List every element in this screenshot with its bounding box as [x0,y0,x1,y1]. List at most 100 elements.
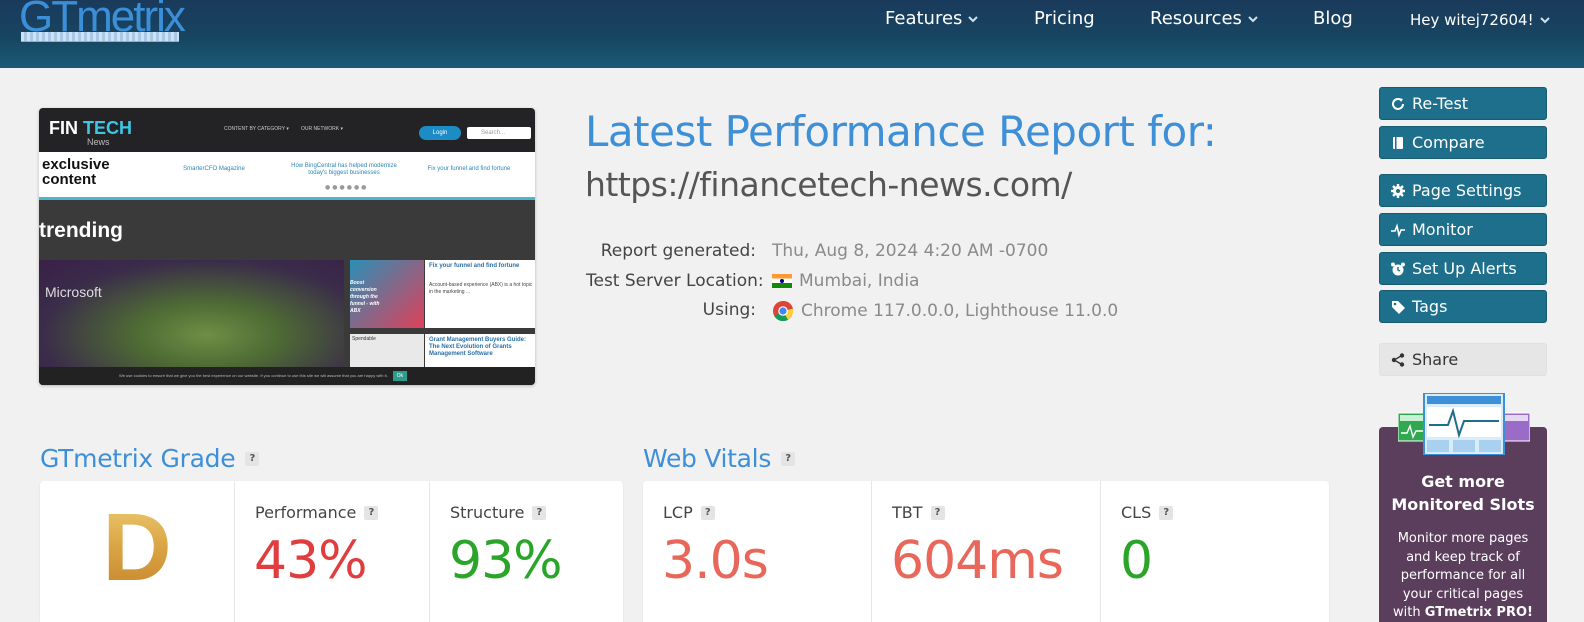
gear-icon [1390,183,1406,199]
cls-cell: CLS ? 0 [1101,481,1329,622]
preview-brand: FIN TECH [49,118,132,139]
page-settings-label: Page Settings [1412,181,1522,200]
help-icon[interactable]: ? [700,505,715,520]
tags-label: Tags [1412,297,1448,316]
nav-pricing-label: Pricing [1034,8,1095,29]
preview-brand-fin: FIN [49,118,78,138]
preview-exclusive-line1: exclusive [42,156,110,173]
preview-site-header: FIN TECH News CONTENT BY CATEGORY ▾ OUR … [39,108,535,152]
help-icon[interactable]: ? [1159,505,1174,520]
gtmetrix-grade-panel: D Performance ? 43% Structure ? 93% [40,481,623,622]
share-icon [1390,352,1406,368]
compare-button[interactable]: Compare [1379,126,1547,159]
test-location-label: Test Server Location: [586,271,764,291]
page-settings-button[interactable]: Page Settings [1379,174,1547,207]
preview-link-strip: exclusive content SmarterCFO Magazine Ho… [39,152,535,200]
preview-card1: Fix your funnel and find fortune Account… [425,260,535,328]
preview-card2-image-text: Spendable [352,336,376,342]
nav-pricing[interactable]: Pricing [1034,8,1095,29]
tbt-cell: TBT ? 604ms [872,481,1101,622]
promo-pro-link[interactable]: GTmetrix PRO! [1425,605,1533,620]
structure-label-row: Structure ? [450,503,547,522]
monitor-label: Monitor [1412,220,1473,239]
help-icon[interactable]: ? [532,505,547,520]
test-location-text: Mumbai, India [799,271,920,291]
chevron-down-icon [1247,13,1259,25]
pulse-icon [1390,222,1406,238]
performance-label-row: Performance ? [255,503,379,522]
preview-search-field: Search... [467,127,531,139]
gtmetrix-grade-heading: GTmetrix Grade ? [40,444,260,473]
help-icon[interactable]: ? [245,451,260,466]
preview-card1-text: Account-based experience (ABX) is a hot … [429,282,533,295]
lcp-value: 3.0s [662,531,769,591]
nav-features-label: Features [885,8,963,29]
nav-blog[interactable]: Blog [1313,8,1353,29]
monitor-button[interactable]: Monitor [1379,213,1547,246]
lcp-label: LCP [663,503,693,522]
preview-link-3: Fix your funnel and find fortune [427,166,511,172]
help-icon[interactable]: ? [364,505,379,520]
preview-microsoft-label: Microsoft [45,284,102,300]
share-label: Share [1412,350,1459,369]
retest-button[interactable]: Re-Test [1379,87,1547,120]
help-icon[interactable]: ? [781,451,796,466]
page-screenshot-preview[interactable]: FIN TECH News CONTENT BY CATEGORY ▾ OUR … [39,108,535,385]
set-up-alerts-button[interactable]: Set Up Alerts [1379,252,1547,285]
preview-brand-tech: TECH [83,118,133,138]
preview-menu-category: CONTENT BY CATEGORY ▾ [224,126,289,132]
performance-label: Performance [255,503,357,522]
help-icon[interactable]: ? [930,505,945,520]
performance-value: 43% [254,531,368,591]
share-button[interactable]: Share [1379,343,1547,376]
retest-label: Re-Test [1412,94,1469,113]
main-nav: Features Pricing Resources Blog Hey wite… [0,0,1584,42]
preview-card1-image-text: Boost conversion through the funnel - wi… [350,280,380,314]
preview-brand-sub: News [87,137,110,147]
lcp-cell: LCP ? 3.0s [643,481,872,622]
promo-title: Get more Monitored Slots [1391,472,1535,514]
nav-features[interactable]: Features [885,8,979,29]
preview-trending-heading: trending [39,219,123,242]
cls-label: CLS [1121,503,1152,522]
nav-resources[interactable]: Resources [1150,8,1259,29]
report-title: Latest Performance Report for: [585,107,1217,156]
refresh-icon [1390,96,1406,112]
preview-exclusive-line2: content [42,171,97,188]
grade-letter: D [40,493,234,603]
structure-cell: Structure ? 93% [430,481,623,622]
nav-resources-label: Resources [1150,8,1242,29]
using-text: Chrome 117.0.0.0, Lighthouse 11.0.0 [801,301,1119,321]
preview-cookie-ok: Ok [392,370,407,381]
nav-user-menu[interactable]: Hey witej72604! [1410,11,1551,29]
preview-card1-title: Fix your funnel and find fortune [429,263,520,269]
gtmetrix-grade-title: GTmetrix Grade [40,444,236,473]
web-vitals-panel: LCP ? 3.0s TBT ? 604ms CLS ? 0 [643,481,1329,622]
preview-carousel-dots: ●●●●●● [325,184,369,191]
tags-button[interactable]: Tags [1379,290,1547,323]
chevron-down-icon [967,13,979,25]
web-vitals-title: Web Vitals [643,444,772,473]
cls-value: 0 [1120,531,1153,591]
structure-label: Structure [450,503,525,522]
preview-card1-image: Boost conversion through the funnel - wi… [350,260,424,328]
preview-exclusive-content: exclusive content [42,157,110,187]
report-generated-label: Report generated: [600,241,756,261]
india-flag-icon [772,274,792,288]
preview-cookie-bar: We use cookies to ensure that we give yo… [39,367,535,385]
lcp-label-row: LCP ? [663,503,715,522]
tbt-label: TBT [892,503,923,522]
cls-label-row: CLS ? [1121,503,1174,522]
promo-text: Monitor more pages and keep track of per… [1389,530,1537,622]
report-url[interactable]: https://financetech-news.com/ [585,165,1072,204]
grade-cell: D [40,481,235,622]
structure-value: 93% [449,531,563,591]
chrome-icon [772,300,794,322]
preview-card2-title: Grant Management Buyers Guide: The Next … [429,337,527,357]
preview-link-1: SmarterCFO Magazine [183,166,245,172]
preview-cookie-text: We use cookies to ensure that we give yo… [119,373,388,378]
nav-blog-label: Blog [1313,8,1353,29]
preview-menu-network: OUR NETWORK ▾ [301,126,343,132]
chevron-down-icon [1539,14,1551,26]
set-up-alerts-label: Set Up Alerts [1412,259,1517,278]
